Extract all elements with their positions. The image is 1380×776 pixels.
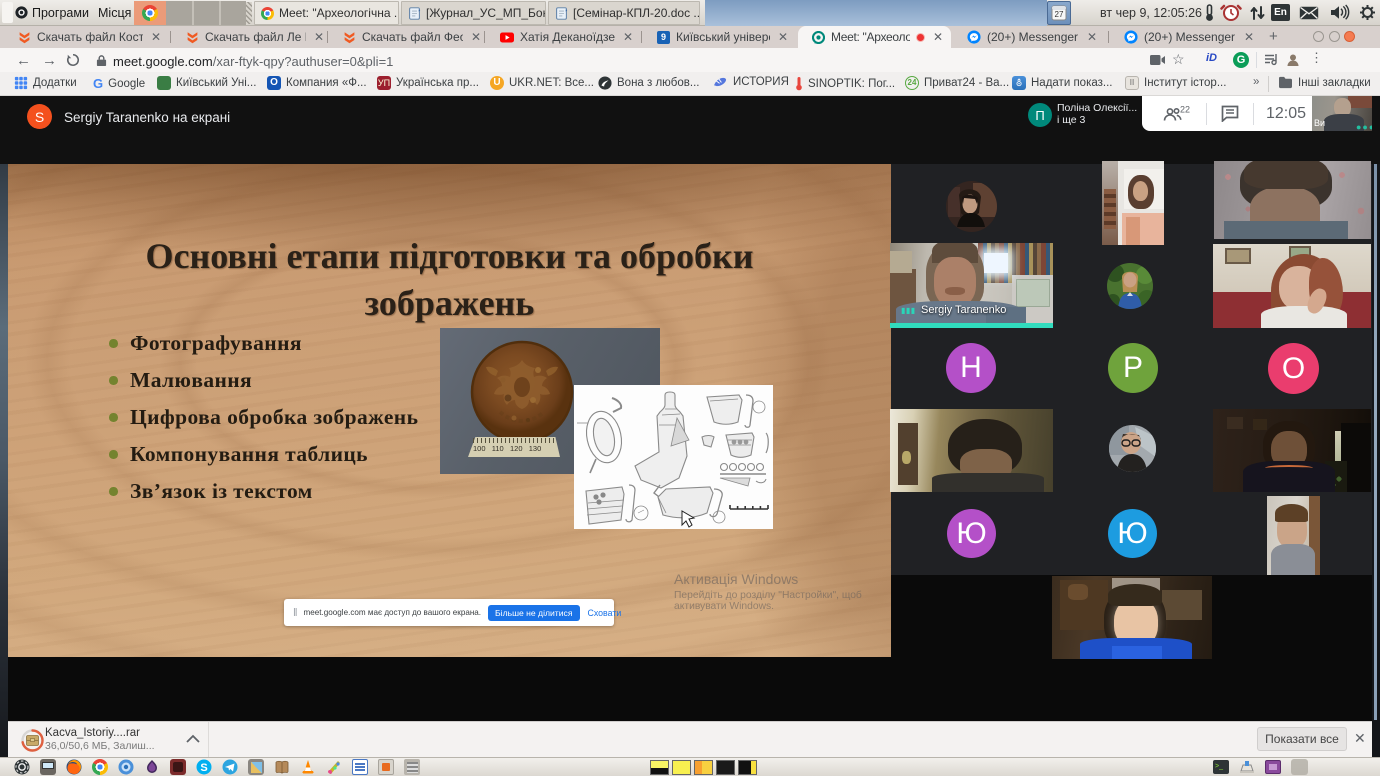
svg-text:22: 22 <box>1180 105 1190 115</box>
svg-text:S: S <box>200 762 207 774</box>
svg-text:27: 27 <box>1055 10 1064 19</box>
